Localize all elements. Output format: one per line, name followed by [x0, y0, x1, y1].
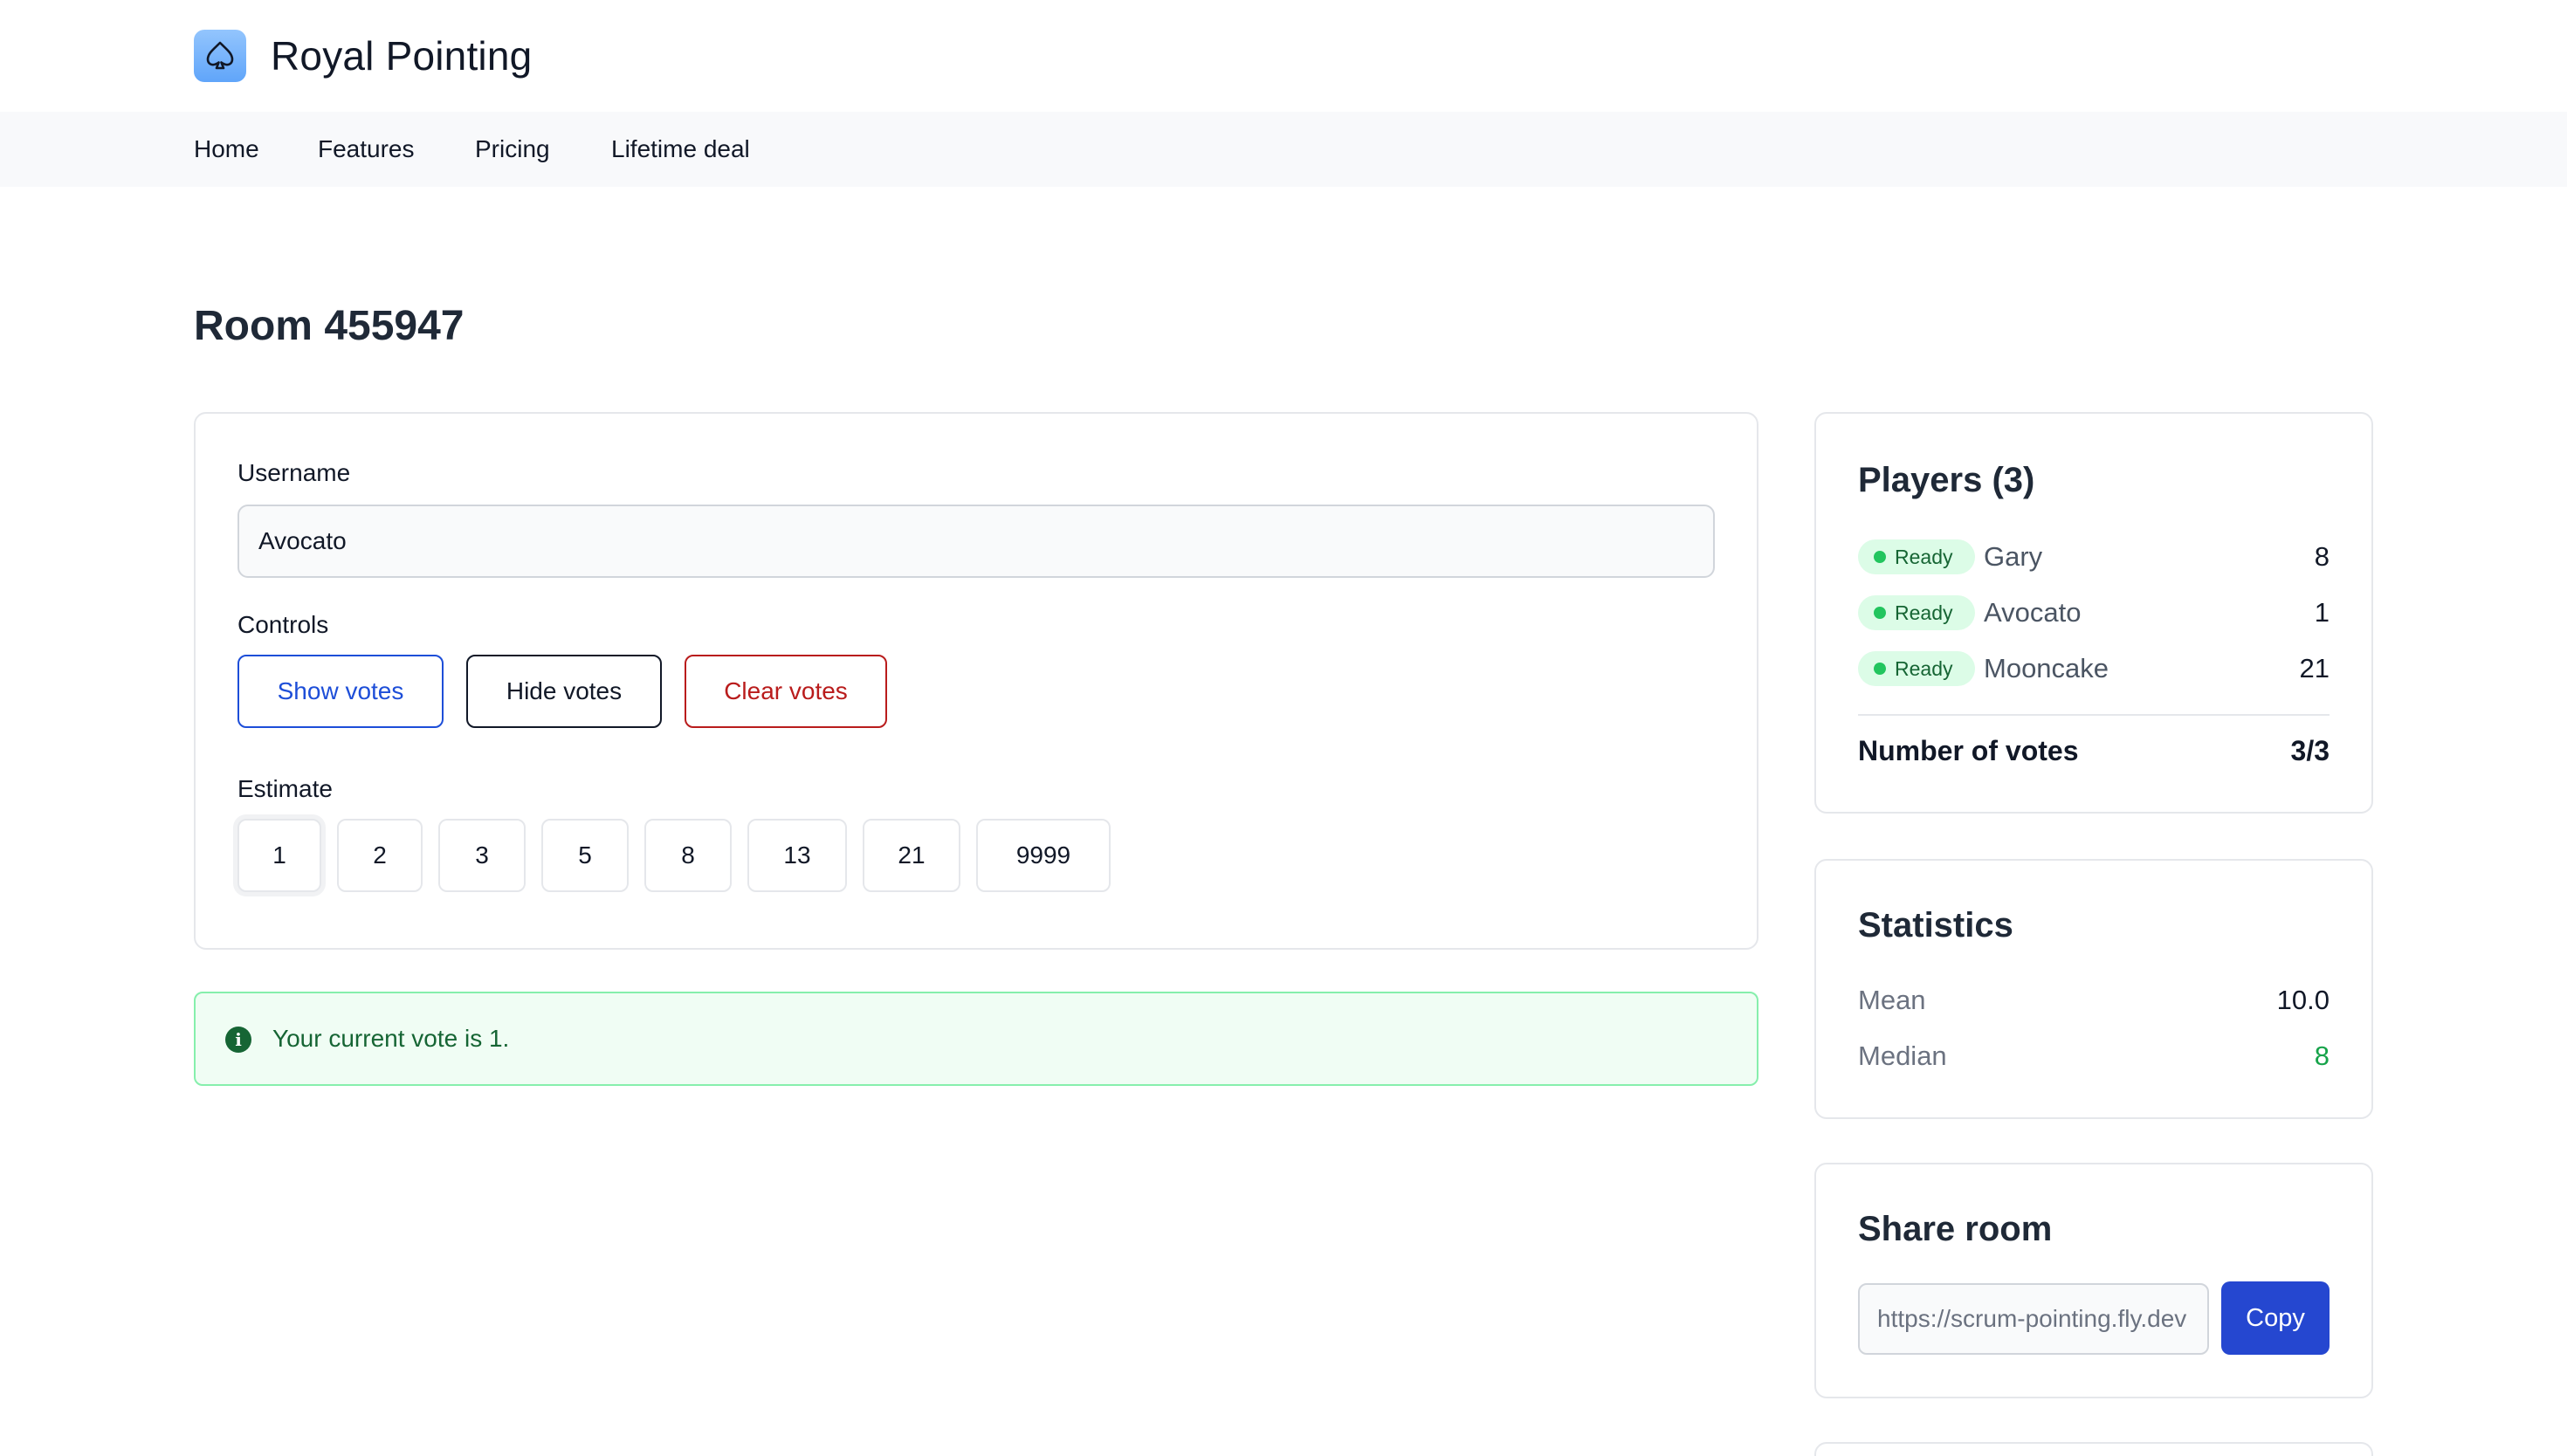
status-badge: Ready	[1858, 539, 1975, 574]
status-dot-icon	[1874, 663, 1886, 675]
status-badge-label: Ready	[1895, 545, 1953, 568]
next-card	[1814, 1442, 2373, 1456]
status-badge-label: Ready	[1895, 601, 1953, 624]
top-header: Royal Pointing	[0, 0, 2567, 112]
status-dot-icon	[1874, 551, 1886, 563]
copy-button[interactable]: Copy	[2221, 1281, 2330, 1355]
estimate-option-9999[interactable]: 9999	[976, 819, 1111, 892]
player-vote: 1	[2314, 597, 2330, 628]
player-name: Mooncake	[1984, 653, 2109, 683]
main-nav: Home Features Pricing Lifetime deal	[0, 112, 2567, 187]
player-name: Avocato	[1984, 597, 2082, 628]
player-row: Ready Mooncake 21	[1858, 651, 2330, 686]
player-row: Ready Avocato 1	[1858, 595, 2330, 630]
share-url-input[interactable]	[1858, 1283, 2209, 1355]
username-label: Username	[237, 459, 351, 486]
share-room-title: Share room	[1858, 1210, 2053, 1248]
status-dot-icon	[1874, 607, 1886, 619]
hide-votes-button[interactable]: Hide votes	[466, 655, 662, 728]
estimate-option-3[interactable]: 3	[438, 819, 526, 892]
status-badge: Ready	[1858, 651, 1975, 686]
number-of-votes-label: Number of votes	[1858, 735, 2079, 766]
status-badge: Ready	[1858, 595, 1975, 630]
estimate-option-21[interactable]: 21	[863, 819, 960, 892]
estimate-option-8[interactable]: 8	[644, 819, 732, 892]
player-vote: 21	[2299, 653, 2330, 683]
mean-label: Mean	[1858, 985, 1926, 1015]
estimate-option-1[interactable]: 1	[237, 819, 321, 892]
players-divider	[1858, 714, 2330, 716]
share-room-card	[1814, 1163, 2373, 1398]
player-vote: 8	[2314, 541, 2330, 572]
number-of-votes-value: 3/3	[2290, 735, 2330, 766]
players-title: Players (3)	[1858, 461, 2035, 499]
estimate-option-5[interactable]: 5	[541, 819, 629, 892]
page: Royal Pointing Home Features Pricing Lif…	[0, 0, 2567, 1456]
controls-label: Controls	[237, 611, 329, 638]
median-value: 8	[2314, 1040, 2330, 1071]
page-title: Room 455947	[194, 303, 465, 349]
nav-lifetime-deal[interactable]: Lifetime deal	[611, 112, 750, 187]
status-badge-label: Ready	[1895, 656, 1953, 680]
median-label: Median	[1858, 1040, 1947, 1071]
estimate-label: Estimate	[237, 775, 333, 802]
player-row: Ready Gary 8	[1858, 539, 2330, 574]
current-vote-alert: i Your current vote is 1.	[194, 992, 1758, 1086]
nav-features[interactable]: Features	[318, 112, 415, 187]
estimate-option-2[interactable]: 2	[337, 819, 423, 892]
info-icon: i	[225, 1027, 251, 1053]
nav-home[interactable]: Home	[194, 112, 259, 187]
nav-pricing[interactable]: Pricing	[475, 112, 550, 187]
mean-value: 10.0	[2276, 985, 2330, 1015]
show-votes-button[interactable]: Show votes	[237, 655, 444, 728]
clear-votes-button[interactable]: Clear votes	[685, 655, 887, 728]
player-name: Gary	[1984, 541, 2043, 572]
username-input[interactable]	[237, 505, 1715, 578]
brand-link[interactable]: Royal Pointing	[194, 30, 532, 82]
spade-icon	[194, 30, 246, 82]
brand-name: Royal Pointing	[271, 33, 533, 79]
statistics-title: Statistics	[1858, 906, 2013, 944]
estimate-option-13[interactable]: 13	[747, 819, 847, 892]
alert-text: Your current vote is 1.	[272, 1025, 510, 1052]
